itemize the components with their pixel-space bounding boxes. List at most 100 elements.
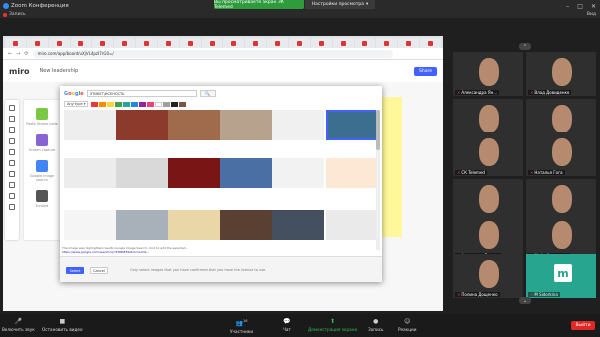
template-tool-icon[interactable]: [9, 116, 15, 122]
panel-item-capture[interactable]: Screen capture: [24, 134, 60, 152]
color-swatch[interactable]: [91, 101, 99, 107]
results-scrollbar[interactable]: [376, 110, 380, 250]
image-result[interactable]: [168, 110, 220, 140]
image-result[interactable]: [116, 210, 168, 240]
browser-tab[interactable]: [92, 38, 114, 48]
gallery-down-button[interactable]: ⌄: [519, 297, 531, 304]
browser-tab[interactable]: [223, 38, 245, 48]
image-result[interactable]: [326, 158, 378, 188]
url-field[interactable]: miro.com/app/board/uXjVL4pzI7rG0=/: [32, 49, 393, 58]
comment-tool-icon[interactable]: [9, 171, 15, 177]
image-result[interactable]: [272, 210, 324, 240]
browser-tab[interactable]: [267, 38, 288, 48]
color-swatch[interactable]: [171, 101, 179, 107]
browser-tab[interactable]: [376, 38, 398, 48]
view-button[interactable]: Вид: [587, 12, 596, 17]
browser-tab[interactable]: [398, 38, 420, 48]
type-filter-select[interactable]: Any type ▾: [64, 101, 89, 107]
shape-tool-icon[interactable]: [9, 149, 15, 155]
participant-tile[interactable]: ✕Анастасия Бере...: [453, 215, 523, 259]
image-result[interactable]: [220, 110, 272, 140]
miro-share-button[interactable]: Share: [414, 66, 437, 76]
browser-tab[interactable]: [5, 38, 26, 48]
browser-tab[interactable]: [420, 38, 441, 48]
browser-tab[interactable]: [26, 38, 48, 48]
mic-button[interactable]: 🎤 Включить звук: [2, 318, 35, 332]
color-swatch[interactable]: [139, 101, 147, 107]
image-result[interactable]: [272, 110, 324, 140]
browser-tab[interactable]: [288, 38, 310, 48]
participant-tile[interactable]: ✕Майя Козловска: [526, 215, 596, 259]
sticky-note[interactable]: [380, 97, 402, 237]
reactions-button[interactable]: ☺ Реакции: [398, 318, 417, 332]
color-swatch[interactable]: [155, 101, 163, 107]
image-result[interactable]: [168, 158, 220, 188]
participants-button[interactable]: 👥16 Участники: [230, 318, 253, 334]
chat-button[interactable]: 💬 Чат: [283, 318, 291, 332]
browser-tab[interactable]: [157, 38, 179, 48]
back-icon[interactable]: ←: [8, 51, 12, 57]
share-screen-button[interactable]: ⬆ Демонстрация экрана: [308, 318, 357, 332]
browser-tab[interactable]: [332, 38, 354, 48]
participant-tile[interactable]: ✕ Александра Ян...: [453, 52, 523, 96]
minimize-icon[interactable]: –: [566, 3, 569, 10]
panel-item-embed[interactable]: Embed: [24, 190, 60, 208]
more-tool-icon[interactable]: [9, 204, 15, 210]
browser-tab[interactable]: [114, 38, 136, 48]
browser-tab[interactable]: [179, 38, 201, 48]
caption-link[interactable]: https://www.google.com/search?q=ЭТИКЕТ&t…: [62, 250, 372, 254]
color-swatch[interactable]: [179, 101, 187, 107]
browser-tab[interactable]: [245, 38, 267, 48]
participant-tile-no-video[interactable]: m ✕ M Sidorkina: [526, 254, 596, 298]
forward-icon[interactable]: →: [16, 51, 20, 57]
browser-tab[interactable]: [310, 38, 332, 48]
scroll-thumb[interactable]: [376, 110, 380, 150]
image-result[interactable]: [64, 210, 116, 240]
image-result[interactable]: [326, 210, 378, 240]
browser-tab[interactable]: [48, 38, 70, 48]
close-icon[interactable]: ✕: [591, 3, 596, 10]
color-swatch[interactable]: [115, 101, 123, 107]
color-swatch[interactable]: [147, 101, 155, 107]
cancel-button[interactable]: Cancel: [90, 267, 108, 274]
image-result-selected[interactable]: [326, 110, 378, 140]
browser-tab[interactable]: [201, 38, 223, 48]
frame-tool-icon[interactable]: [9, 182, 15, 188]
google-search-input[interactable]: ЭТИКЕТ\ИСЕНОСТЬ: [86, 90, 197, 97]
image-result[interactable]: [64, 110, 116, 140]
participant-tile-active-speaker[interactable]: ✕ СК Telemed: [453, 132, 523, 176]
participant-tile[interactable]: ✕ Полина Дощенко: [453, 254, 523, 298]
participant-tile[interactable]: ✕ Наталья Гога: [526, 132, 596, 176]
image-result[interactable]: [64, 158, 116, 188]
image-result[interactable]: [168, 210, 220, 240]
record-button[interactable]: ● Запись: [368, 318, 383, 332]
sticky-tool-icon[interactable]: [9, 138, 15, 144]
text-tool-icon[interactable]: [9, 127, 15, 133]
image-result[interactable]: [220, 158, 272, 188]
color-swatch[interactable]: [107, 101, 115, 107]
view-options-button[interactable]: Настройки просмотра ▾: [305, 0, 375, 9]
panel-item-iframe[interactable]: Paste iframe code: [24, 108, 60, 126]
color-swatch[interactable]: [163, 101, 171, 107]
maximize-icon[interactable]: □: [577, 3, 583, 10]
reload-icon[interactable]: ⟳: [24, 51, 28, 57]
image-result[interactable]: [220, 210, 272, 240]
upload-tool-icon[interactable]: [9, 193, 15, 199]
gallery-up-button[interactable]: ⌃: [519, 43, 531, 50]
video-button[interactable]: ■ Остановить видео: [42, 318, 83, 332]
select-button[interactable]: Select: [66, 267, 84, 274]
image-result[interactable]: [116, 158, 168, 188]
color-swatch[interactable]: [123, 101, 131, 107]
panel-item-google[interactable]: Google image search: [24, 160, 60, 182]
color-swatch[interactable]: [131, 101, 139, 107]
board-name[interactable]: New leadership: [40, 68, 79, 74]
google-search-button[interactable]: 🔍: [199, 90, 216, 97]
browser-tab[interactable]: [136, 38, 157, 48]
browser-tab[interactable]: [70, 38, 92, 48]
pen-tool-icon[interactable]: [9, 160, 15, 166]
participant-tile[interactable]: ✕ Влад Довиденко: [526, 52, 596, 96]
image-result[interactable]: [272, 158, 324, 188]
select-tool-icon[interactable]: [9, 105, 15, 111]
image-result[interactable]: [116, 110, 168, 140]
color-swatch[interactable]: [99, 101, 107, 107]
